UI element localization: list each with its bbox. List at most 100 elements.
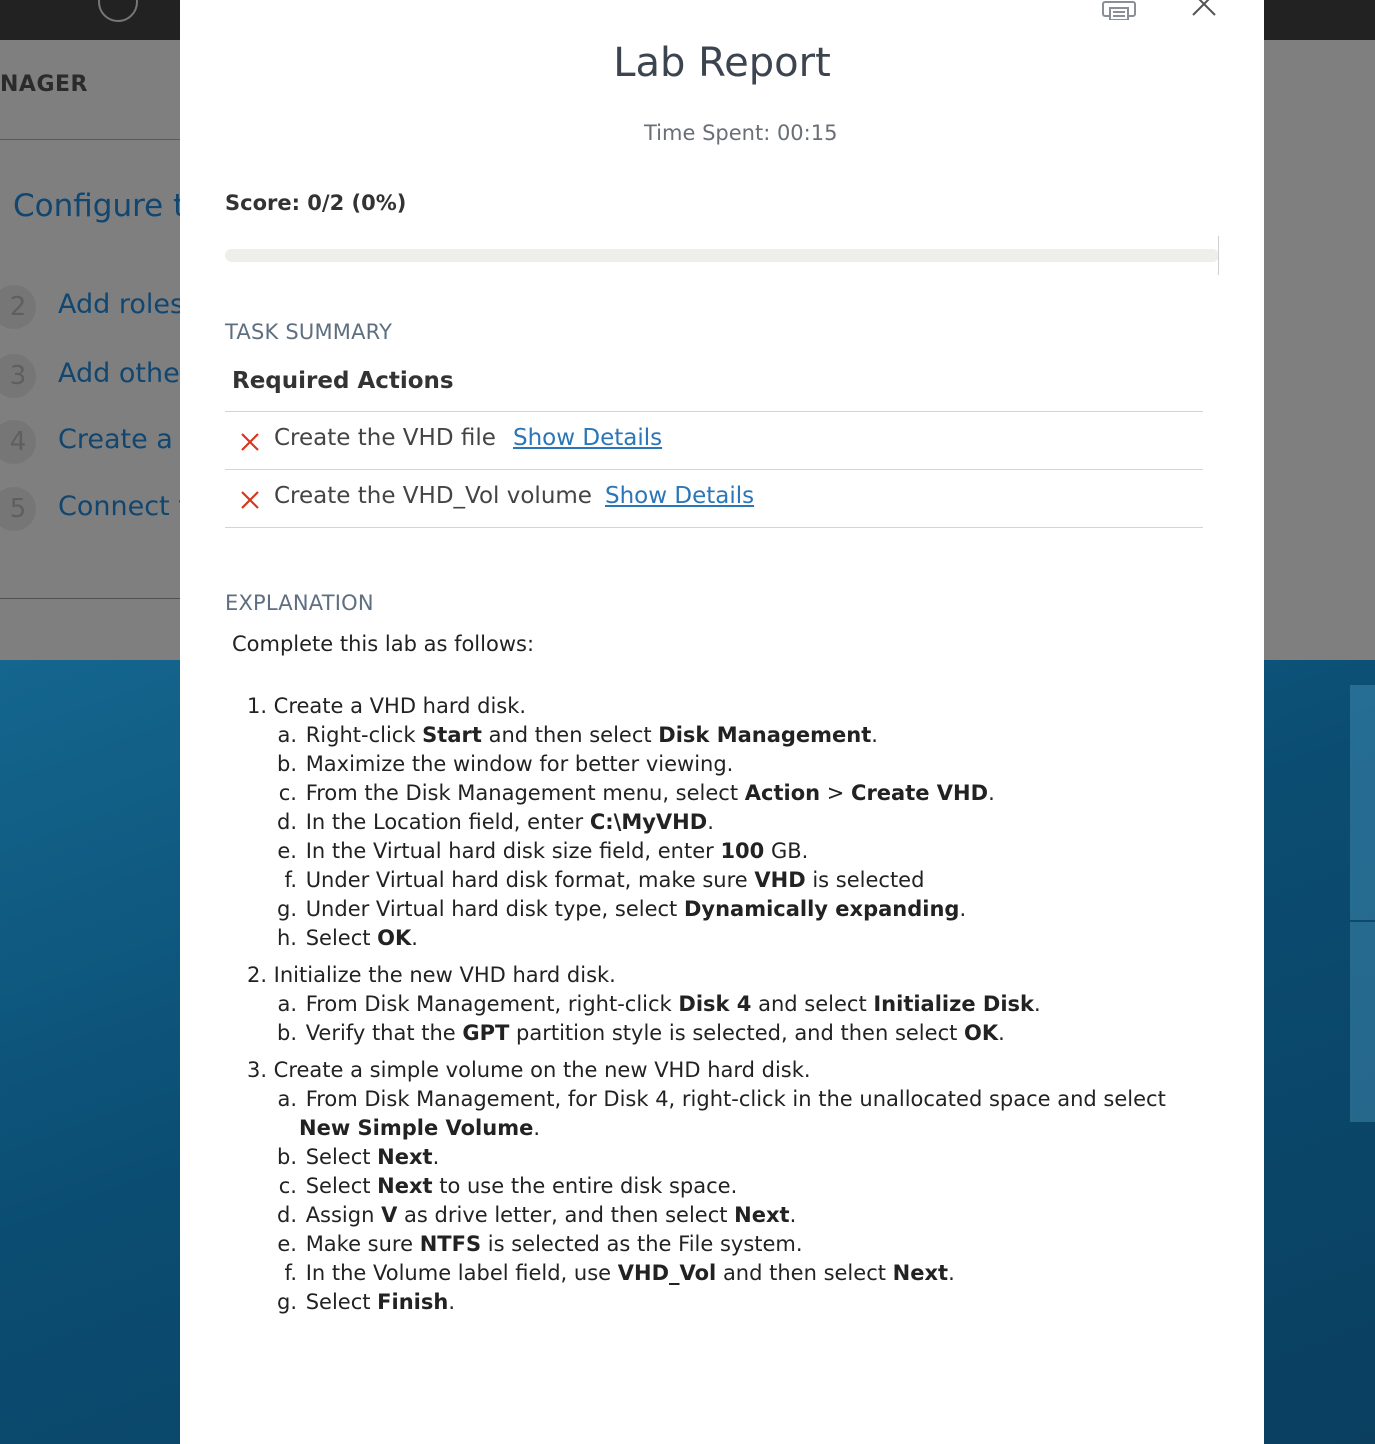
divider (225, 527, 1203, 528)
substep-letter: e. (277, 839, 297, 863)
substep-letter: f. (284, 1261, 297, 1285)
explanation-substep: b. Maximize the window for better viewin… (242, 750, 1202, 779)
print-icon[interactable] (1101, 0, 1137, 20)
step-number: 2. (246, 963, 267, 987)
time-spent: Time Spent: 00:15 (644, 121, 838, 145)
substep-letter: a. (277, 723, 297, 747)
substep-letter: a. (277, 992, 297, 1016)
task-row: Create the VHD file Show Details (225, 413, 1203, 469)
score-progress-bar (225, 249, 1219, 262)
substep-letter: b. (276, 752, 297, 776)
fail-x-icon (241, 433, 259, 451)
substep-text: Select Next. (305, 1145, 440, 1169)
substep-letter: c. (278, 1174, 297, 1198)
substep-text: In the Virtual hard disk size field, ent… (305, 839, 809, 863)
app-step-item[interactable]: 4 Create a s (0, 420, 196, 464)
modal-title: Lab Report (613, 40, 831, 86)
explanation-substep: g. Select Finish. (242, 1288, 1202, 1317)
explanation-step: 2. Initialize the new VHD hard disk. a. F… (242, 961, 1202, 1048)
app-logo-icon (98, 0, 138, 22)
divider (225, 469, 1203, 470)
divider (225, 411, 1203, 412)
task-summary-heading: TASK SUMMARY (225, 320, 393, 344)
substep-text: Verify that the GPT partition style is s… (305, 1021, 1005, 1045)
step-label: Add other (58, 358, 191, 389)
substep-text: Assign V as drive letter, and then selec… (305, 1203, 797, 1227)
explanation-substep: b. Select Next. (242, 1143, 1202, 1172)
lab-report-modal: Lab Report Time Spent: 00:15 Score: 0/2 … (180, 0, 1264, 1444)
explanation-substep: c. Select Next to use the entire disk sp… (242, 1172, 1202, 1201)
fail-x-icon (241, 491, 259, 509)
substep-text: Under Virtual hard disk format, make sur… (305, 868, 925, 892)
wallpaper-window-pane (1350, 685, 1375, 920)
task-row: Create the VHD_Vol volume Show Details (225, 471, 1203, 527)
explanation-substep: g. Under Virtual hard disk type, select … (242, 895, 1202, 924)
substep-text: In the Volume label field, use VHD_Vol a… (305, 1261, 955, 1285)
wallpaper-window-pane (1350, 922, 1375, 1122)
step-number: 4 (0, 420, 36, 464)
substep-text: Maximize the window for better viewing. (305, 752, 734, 776)
substep-text: Select Finish. (305, 1290, 455, 1314)
explanation-substep: a. Right-click Start and then select Dis… (242, 721, 1202, 750)
substep-letter: a. (277, 1087, 297, 1111)
substep-letter: f. (284, 868, 297, 892)
explanation-step: 1. Create a VHD hard disk. a. Right-click… (242, 692, 1202, 953)
step-text: Create a VHD hard disk. (267, 694, 527, 718)
progress-end-marker (1218, 236, 1219, 275)
substep-letter: e. (277, 1232, 297, 1256)
substep-letter: c. (278, 781, 297, 805)
substep-text: From the Disk Management menu, select Ac… (305, 781, 995, 805)
divider (0, 139, 180, 140)
step-label: Create a s (58, 424, 196, 455)
explanation-substep: d. In the Location field, enter C:\MyVHD… (242, 808, 1202, 837)
explanation-substep: e. In the Virtual hard disk size field, … (242, 837, 1202, 866)
substep-letter: d. (276, 1203, 297, 1227)
explanation-substep: h. Select OK. (242, 924, 1202, 953)
step-number: 3 (0, 354, 36, 398)
show-details-link[interactable]: Show Details (605, 483, 754, 509)
substep-letter: g. (276, 897, 297, 921)
substep-letter: b. (276, 1145, 297, 1169)
substep-text: Right-click Start and then select Disk M… (305, 723, 878, 747)
app-page-title: Configure th (13, 188, 205, 224)
substep-letter: h. (277, 926, 297, 950)
close-icon[interactable] (1190, 0, 1218, 18)
explanation-substep: d. Assign V as drive letter, and then se… (242, 1201, 1202, 1230)
step-text: Create a simple volume on the new VHD ha… (267, 1058, 811, 1082)
explanation-step: 3. Create a simple volume on the new VHD… (242, 1056, 1202, 1317)
app-manager-label: NAGER (0, 72, 88, 97)
explanation-substep: c. From the Disk Management menu, select… (242, 779, 1202, 808)
substep-text: Make sure NTFS is selected as the File s… (305, 1232, 803, 1256)
substep-text: Select Next to use the entire disk space… (305, 1174, 738, 1198)
app-step-item[interactable]: 3 Add other (0, 354, 191, 398)
explanation-substep: a. From Disk Management, right-click Dis… (242, 990, 1202, 1019)
substep-letter: d. (276, 810, 297, 834)
step-number: 2 (0, 285, 36, 329)
substep-text: In the Location field, enter C:\MyVHD. (305, 810, 714, 834)
substep-text: From Disk Management, for Disk 4, right-… (299, 1087, 1166, 1140)
explanation-substep: f. In the Volume label field, use VHD_Vo… (242, 1259, 1202, 1288)
app-step-item[interactable]: 5 Connect th (0, 487, 206, 531)
task-name: Create the VHD file (274, 425, 496, 451)
step-number: 1. (246, 694, 267, 718)
explanation-substep: f. Under Virtual hard disk format, make … (242, 866, 1202, 895)
score-label: Score: 0/2 (0%) (225, 191, 407, 215)
explanation-intro: Complete this lab as follows: (232, 632, 535, 656)
substep-text: Under Virtual hard disk type, select Dyn… (305, 897, 967, 921)
app-step-item[interactable]: 2 Add roles a (0, 285, 209, 329)
task-name: Create the VHD_Vol volume (274, 483, 592, 509)
substep-text: From Disk Management, right-click Disk 4… (305, 992, 1041, 1016)
explanation-heading: EXPLANATION (225, 591, 374, 615)
explanation-substep: e. Make sure NTFS is selected as the Fil… (242, 1230, 1202, 1259)
substep-letter: b. (276, 1021, 297, 1045)
step-number: 3. (246, 1058, 267, 1082)
required-actions-heading: Required Actions (232, 368, 454, 394)
show-details-link[interactable]: Show Details (513, 425, 662, 451)
explanation-steps: 1. Create a VHD hard disk. a. Right-click… (242, 692, 1202, 1325)
step-number: 5 (0, 487, 36, 531)
explanation-substep: a. From Disk Management, for Disk 4, rig… (242, 1085, 1202, 1143)
explanation-substep: b. Verify that the GPT partition style i… (242, 1019, 1202, 1048)
substep-letter: g. (276, 1290, 297, 1314)
substep-text: Select OK. (305, 926, 418, 950)
divider (0, 598, 180, 599)
